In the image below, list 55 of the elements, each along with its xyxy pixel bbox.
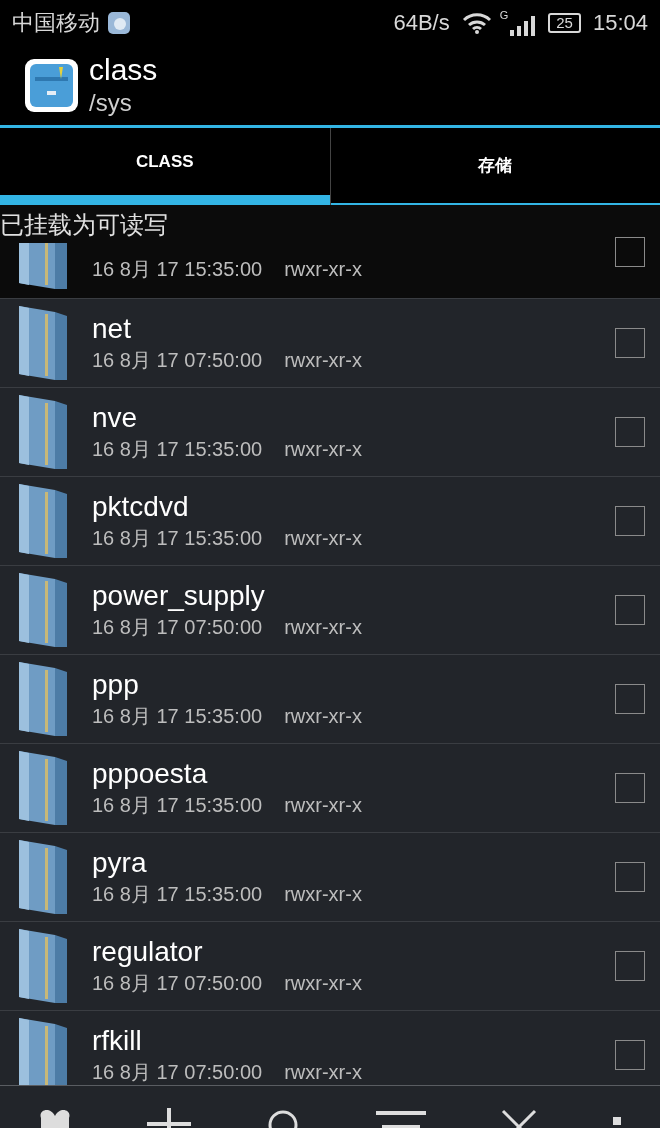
file-permissions: rwxr-xr-x — [284, 348, 362, 373]
file-name: ppp — [92, 668, 140, 702]
file-permissions: rwxr-xr-x — [284, 437, 362, 462]
file-date: 16 8月 17 07:50:00 — [92, 615, 263, 640]
file-date: 16 8月 17 15:35:00 — [92, 704, 263, 729]
app-logo-icon — [25, 58, 78, 112]
folder-path: /sys — [89, 88, 133, 118]
menu-icon[interactable] — [375, 1108, 426, 1128]
checkbox[interactable] — [615, 862, 645, 892]
checkbox[interactable] — [615, 773, 645, 803]
file-permissions: rwxr-xr-x — [284, 526, 362, 551]
file-date: 16 8月 17 07:50:00 — [92, 1060, 263, 1085]
file-permissions: rwxr-xr-x — [284, 256, 362, 282]
checkbox[interactable] — [615, 417, 645, 447]
file-name: pyra — [92, 846, 148, 880]
tab[interactable]: CLASS — [0, 128, 330, 195]
network-type: G — [499, 9, 509, 21]
close-icon[interactable] — [500, 1108, 537, 1128]
wifi-icon — [461, 11, 492, 34]
file-date: 16 8月 17 15:35:00 — [92, 882, 263, 907]
file-name: power_supply — [92, 579, 266, 613]
file-name: rfkill — [92, 1024, 143, 1058]
file-date: 16 8月 17 07:50:00 — [92, 971, 263, 996]
file-permissions: rwxr-xr-x — [284, 704, 362, 729]
checkbox[interactable] — [615, 595, 645, 625]
file-date: 16 8月 17 15:35:00 — [92, 437, 263, 462]
file-date: 16 8月 17 15:35:00 — [92, 256, 263, 282]
file-permissions: rwxr-xr-x — [284, 793, 362, 818]
checkbox[interactable] — [615, 506, 645, 536]
file-date: 16 8月 17 15:35:00 — [92, 793, 263, 818]
file-name: net — [92, 312, 132, 346]
file-name: regulator — [92, 935, 204, 969]
file-name: pktcdvd — [92, 490, 190, 524]
battery-indicator: 25 — [548, 12, 581, 33]
file-permissions: rwxr-xr-x — [284, 882, 362, 907]
file-permissions: rwxr-xr-x — [284, 1060, 362, 1085]
checkbox[interactable] — [615, 1040, 645, 1070]
checkbox[interactable] — [615, 951, 645, 981]
carrier-name: 中国移动 — [12, 9, 100, 37]
checkbox[interactable] — [615, 684, 645, 714]
checkbox[interactable] — [615, 236, 645, 267]
file-name: nve — [92, 401, 139, 435]
network-speed: 64B/s — [393, 9, 450, 37]
file-permissions: rwxr-xr-x — [284, 971, 362, 996]
file-date: 16 8月 17 07:50:00 — [92, 348, 263, 373]
app-notification-icon — [108, 11, 130, 34]
plus-icon[interactable] — [147, 1108, 191, 1128]
checkbox[interactable] — [615, 328, 645, 358]
tab[interactable]: 存储 — [330, 128, 660, 203]
folder-title: class — [89, 52, 158, 88]
clock: 15:04 — [592, 9, 648, 37]
signal-icon — [510, 15, 537, 36]
file-permissions: rwxr-xr-x — [284, 615, 362, 640]
file-name: pppoesta — [92, 757, 209, 791]
file-date: 16 8月 17 15:35:00 — [92, 526, 263, 551]
